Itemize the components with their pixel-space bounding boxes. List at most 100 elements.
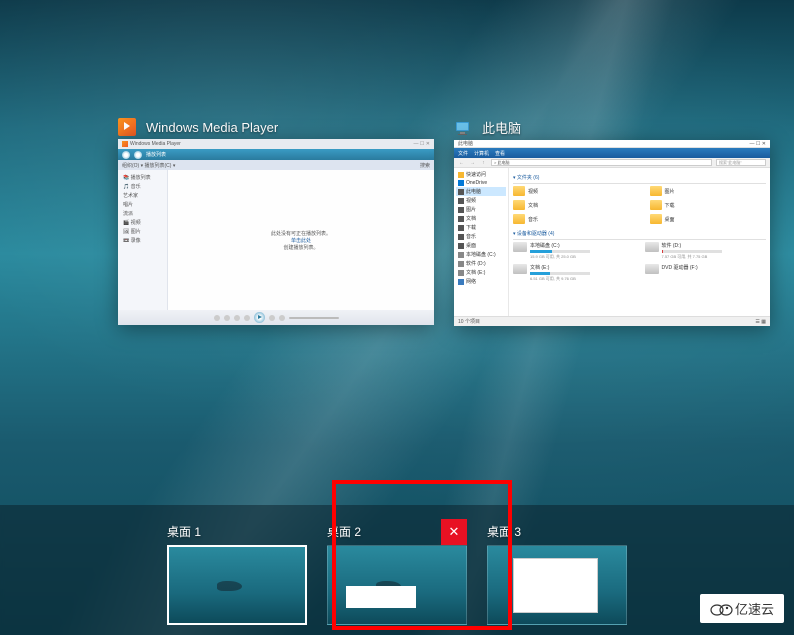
sidebar-item[interactable]: 网络 xyxy=(456,277,506,286)
desktop-item[interactable]: 桌面 1 xyxy=(167,523,307,625)
prev-button[interactable] xyxy=(244,315,250,321)
sidebar-item[interactable]: 软件 (D:) xyxy=(456,259,506,268)
sidebar-item[interactable]: 此电脑 xyxy=(456,187,506,196)
back-button[interactable]: ← xyxy=(458,159,465,166)
wmp-content: 此处没有可正在播放列表。 单击此处 创建播放列表。 xyxy=(168,170,434,310)
desktop-item[interactable]: 桌面 2✕ xyxy=(327,523,467,625)
sidebar-item[interactable]: 🎵 音乐 xyxy=(121,182,164,191)
sidebar-label: 桌面 xyxy=(466,242,476,249)
window-header: Windows Media Player xyxy=(118,118,434,136)
explorer-preview[interactable]: 此电脑 — ☐ ✕ 文件 计算机 查看 ← → ↑ > 此电脑 搜索"此电脑" … xyxy=(454,140,770,326)
desktop-item[interactable]: 桌面 3 xyxy=(487,523,627,625)
wmp-icon xyxy=(118,118,136,136)
folder-icon xyxy=(458,207,464,213)
ribbon-tab-file[interactable]: 文件 xyxy=(458,150,468,157)
sidebar-item[interactable]: OneDrive xyxy=(456,179,506,187)
sidebar-label: 音乐 xyxy=(466,233,476,240)
repeat-button[interactable] xyxy=(224,315,230,321)
folder-item[interactable]: 视频 xyxy=(513,186,630,196)
toolbar-left[interactable]: 组织(O) ▾ 播放列表(C) ▾ xyxy=(122,162,175,169)
sidebar-item[interactable]: 流派 xyxy=(121,209,164,218)
folder-item[interactable]: 音乐 xyxy=(513,214,630,224)
drive-sub: 15.9 GB 可用, 共 25.0 GB xyxy=(530,254,635,260)
wmp-titlebar-text: Windows Media Player xyxy=(130,141,181,147)
sidebar-item[interactable]: 📚 播放列表 xyxy=(121,173,164,182)
watermark-text: 亿速云 xyxy=(735,599,774,618)
sidebar-item[interactable]: 视频 xyxy=(456,196,506,205)
sidebar-item[interactable]: 文档 (E:) xyxy=(456,268,506,277)
sidebar-item[interactable]: 📼 录像 xyxy=(121,236,164,245)
window-title: 此电脑 xyxy=(482,118,521,137)
virtual-desktop-strip: 桌面 1桌面 2✕桌面 3 xyxy=(0,505,794,635)
play-button[interactable] xyxy=(254,312,265,323)
titlebar-text: 此电脑 xyxy=(458,140,473,147)
drive-item[interactable]: DVD 驱动器 (F:) xyxy=(645,264,767,282)
folder-icon xyxy=(458,234,464,240)
sidebar-item[interactable]: 艺术家 xyxy=(121,191,164,200)
mute-button[interactable] xyxy=(279,315,285,321)
window-controls[interactable]: — ☐ ✕ xyxy=(414,141,430,147)
folders-header[interactable]: ▾ 文件夹 (6) xyxy=(513,172,766,184)
folder-icon xyxy=(650,200,662,210)
desktop-thumbnail[interactable] xyxy=(487,545,627,625)
folder-icon xyxy=(458,189,464,195)
sidebar-item[interactable]: 快速访问 xyxy=(456,170,506,179)
sidebar-item[interactable]: 本地磁盘 (C:) xyxy=(456,250,506,259)
ribbon-tab-computer[interactable]: 计算机 xyxy=(474,150,489,157)
wmp-titlebar: Windows Media Player — ☐ ✕ xyxy=(118,139,434,149)
nav-breadcrumb: 播放列表 xyxy=(146,151,166,158)
stop-button[interactable] xyxy=(234,315,240,321)
sidebar-item[interactable]: 🎬 视频 xyxy=(121,218,164,227)
volume-slider[interactable] xyxy=(289,317,339,319)
sidebar-item[interactable]: 音乐 xyxy=(456,232,506,241)
view-buttons[interactable]: ☰ ▦ xyxy=(755,319,766,325)
folder-icon xyxy=(650,186,662,196)
up-button[interactable]: ↑ xyxy=(480,159,487,166)
drive-item[interactable]: 软件 (D:)7.57 GB 可用, 共 7.75 GB xyxy=(645,242,767,260)
address-field[interactable]: > 此电脑 xyxy=(491,159,712,166)
wmp-preview[interactable]: Windows Media Player — ☐ ✕ 播放列表 组织(O) ▾ … xyxy=(118,139,434,325)
wmp-toolbar: 组织(O) ▾ 播放列表(C) ▾ 搜索 xyxy=(118,160,434,170)
ribbon-tab-view[interactable]: 查看 xyxy=(495,150,505,157)
sidebar-item[interactable]: 文档 xyxy=(456,214,506,223)
desktop-thumbnail[interactable] xyxy=(327,545,467,625)
empty-link[interactable]: 单击此处 xyxy=(291,237,311,244)
sidebar-item[interactable]: 唱片 xyxy=(121,200,164,209)
sidebar-item[interactable]: 🖼 图片 xyxy=(121,227,164,236)
sidebar-label: 网络 xyxy=(466,278,476,285)
sidebar-item[interactable]: 桌面 xyxy=(456,241,506,250)
toolbar-search[interactable]: 搜索 xyxy=(420,162,430,169)
shuffle-button[interactable] xyxy=(214,315,220,321)
task-window-explorer[interactable]: 此电脑 此电脑 — ☐ ✕ 文件 计算机 查看 ← → ↑ > 此电脑 搜索"此… xyxy=(454,118,770,326)
drive-label: 本地磁盘 (C:) xyxy=(530,242,635,249)
close-desktop-button[interactable]: ✕ xyxy=(441,519,467,545)
next-button[interactable] xyxy=(269,315,275,321)
folder-icon xyxy=(458,270,464,276)
search-field[interactable]: 搜索"此电脑" xyxy=(716,159,766,166)
sidebar-label: 文档 xyxy=(466,215,476,222)
drive-capacity-bar xyxy=(662,250,722,253)
desktop-thumbnail[interactable] xyxy=(167,545,307,625)
drive-item[interactable]: 文档 (E:)6.51 GB 可用, 共 9.76 GB xyxy=(513,264,635,282)
folder-item[interactable]: 文档 xyxy=(513,200,630,210)
folder-item[interactable]: 图片 xyxy=(650,186,767,196)
task-window-wmp[interactable]: Windows Media Player Windows Media Playe… xyxy=(118,118,434,326)
drive-item[interactable]: 本地磁盘 (C:) 15.9 GB 可用, 共 25.0 GB xyxy=(513,242,635,260)
folder-item[interactable]: 下载 xyxy=(650,200,767,210)
folder-item[interactable]: 桌面 xyxy=(650,214,767,224)
sidebar-label: 此电脑 xyxy=(466,188,481,195)
folder-label: 图片 xyxy=(665,188,675,195)
drive-icon xyxy=(645,264,659,274)
pc-icon xyxy=(454,119,472,137)
explorer-sidebar: 快速访问OneDrive此电脑视频图片文档下载音乐桌面本地磁盘 (C:)软件 (… xyxy=(454,168,509,316)
sidebar-item[interactable]: 图片 xyxy=(456,205,506,214)
sidebar-item[interactable]: 下载 xyxy=(456,223,506,232)
window-title: Windows Media Player xyxy=(146,120,278,135)
forward-button[interactable] xyxy=(134,151,142,159)
drives-header[interactable]: ▾ 设备和驱动器 (4) xyxy=(513,228,766,240)
forward-button[interactable]: → xyxy=(469,159,476,166)
explorer-content: ▾ 文件夹 (6) 视频 图片文档 下载音乐 桌面 ▾ 设备和驱动器 (4) 本地磁盘… xyxy=(509,168,770,316)
back-button[interactable] xyxy=(122,151,130,159)
window-controls[interactable]: — ☐ ✕ xyxy=(750,141,766,147)
explorer-statusbar: 10 个项目 ☰ ▦ xyxy=(454,316,770,326)
